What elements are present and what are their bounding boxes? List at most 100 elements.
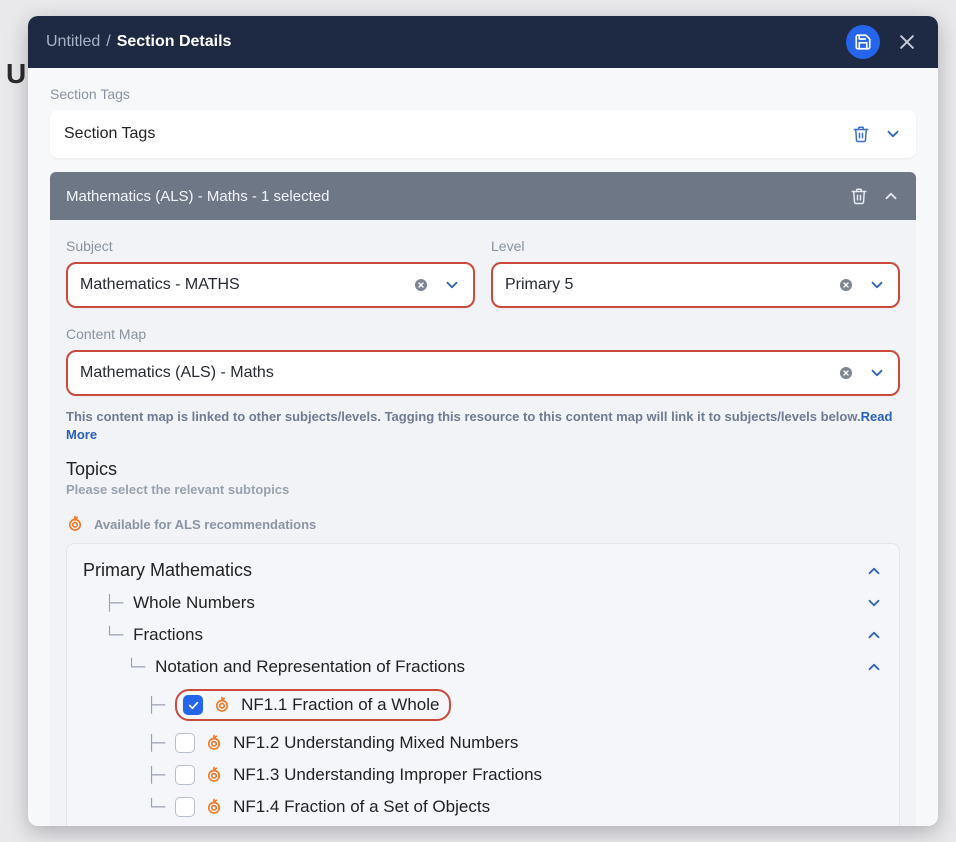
chevron-down-icon: [884, 125, 902, 143]
als-icon: [213, 696, 231, 714]
topic-checkbox[interactable]: [183, 695, 203, 715]
tree-label: NF1.2 Understanding Mixed Numbers: [233, 733, 518, 753]
section-tags-headline: Section Tags: [64, 125, 155, 143]
content-map-note: This content map is linked to other subj…: [66, 408, 900, 443]
expand-tag-button[interactable]: [884, 125, 902, 143]
chevron-down-icon: [868, 276, 886, 294]
breadcrumb-current: Section Details: [117, 33, 232, 51]
delete-tag-button[interactable]: [852, 125, 870, 143]
target-icon: [205, 798, 223, 816]
tree-node-fractions[interactable]: └─ Fractions: [83, 619, 883, 651]
topic-checkbox[interactable]: [175, 765, 195, 785]
content-map-label: Content Map: [66, 326, 900, 342]
tree-node-notation[interactable]: └─ Notation and Representation of Fractio…: [83, 651, 883, 683]
target-icon: [205, 734, 223, 752]
content-map-select[interactable]: Mathematics (ALS) - Maths: [66, 350, 900, 396]
tree-connector: └─: [105, 628, 123, 643]
breadcrumb-parent: Untitled: [46, 33, 100, 51]
level-value: Primary 5: [505, 276, 573, 294]
breadcrumb: Untitled / Section Details: [46, 33, 231, 51]
target-icon: [213, 696, 231, 714]
clear-icon: [413, 277, 429, 293]
target-icon: [66, 515, 84, 533]
tree-expand-button[interactable]: [865, 594, 883, 612]
breadcrumb-sep: /: [106, 33, 110, 51]
trash-icon: [850, 187, 868, 205]
subject-value: Mathematics - MATHS: [80, 276, 240, 294]
level-label: Level: [491, 238, 900, 254]
tree-label: Fractions: [133, 625, 203, 645]
als-icon: [205, 798, 223, 816]
level-clear-button[interactable]: [838, 277, 854, 293]
tree-connector: └─: [127, 660, 145, 675]
tree-label: NF1.3 Understanding Improper Fractions: [233, 765, 542, 785]
content-map-clear-button[interactable]: [838, 365, 854, 381]
subject-label: Subject: [66, 238, 475, 254]
tree-connector: └─: [147, 800, 165, 815]
chevron-up-icon: [882, 187, 900, 205]
close-icon: [897, 32, 917, 52]
selection-summary-bar[interactable]: Mathematics (ALS) - Maths - 1 selected: [50, 172, 916, 220]
tree-node-whole-numbers[interactable]: ├─ Whole Numbers: [83, 587, 883, 619]
topics-subtext: Please select the relevant subtopics: [66, 482, 900, 497]
tree-node-root[interactable]: Primary Mathematics: [83, 554, 883, 587]
chevron-down-icon: [865, 594, 883, 612]
selection-summary-text: Mathematics (ALS) - Maths - 1 selected: [66, 188, 329, 205]
tree-connector: ├─: [105, 596, 123, 611]
tree-connector: ├─: [147, 768, 165, 783]
tree-node-nf12[interactable]: ├─ NF1.2 Understanding Mixed Numbers: [83, 727, 883, 759]
trash-icon: [852, 125, 870, 143]
tree-collapse-button[interactable]: [865, 626, 883, 644]
chevron-down-icon: [868, 364, 886, 382]
selection-panel: Subject Mathematics - MATHS: [50, 220, 916, 826]
tree-label: NF1.1 Fraction of a Whole: [241, 695, 439, 715]
als-icon: [205, 766, 223, 784]
subject-select[interactable]: Mathematics - MATHS: [66, 262, 475, 308]
chevron-down-icon: [443, 276, 461, 294]
level-dropdown-toggle[interactable]: [868, 276, 886, 294]
chevron-up-icon: [865, 562, 883, 580]
content-map-dropdown-toggle[interactable]: [868, 364, 886, 382]
delete-selection-button[interactable]: [850, 187, 868, 205]
als-availability-note: Available for ALS recommendations: [66, 515, 900, 533]
clear-icon: [838, 277, 854, 293]
tree-node-nf14[interactable]: └─ NF1.4 Fraction of a Set of Objects: [83, 791, 883, 823]
save-button[interactable]: [846, 25, 880, 59]
als-note-text: Available for ALS recommendations: [94, 517, 316, 532]
level-select[interactable]: Primary 5: [491, 262, 900, 308]
section-details-modal: Untitled / Section Details Section Tags …: [28, 16, 938, 826]
section-tags-label: Section Tags: [50, 86, 916, 102]
chevron-up-icon: [865, 626, 883, 644]
close-button[interactable]: [894, 29, 920, 55]
topic-checkbox[interactable]: [175, 797, 195, 817]
background-letter: U: [6, 58, 26, 90]
tree-label: Notation and Representation of Fractions: [155, 657, 465, 677]
als-icon: [205, 734, 223, 752]
tree-node-nf13[interactable]: ├─ NF1.3 Understanding Improper Fraction…: [83, 759, 883, 791]
content-map-value: Mathematics (ALS) - Maths: [80, 364, 274, 382]
als-icon: [66, 515, 84, 533]
tree-collapse-button[interactable]: [865, 562, 883, 580]
save-icon: [854, 33, 872, 51]
tree-label: Whole Numbers: [133, 593, 255, 613]
tree-node-nf11[interactable]: ├─ NF1.1 Fraction of a Whole: [83, 683, 883, 727]
tree-label: NF1.4 Fraction of a Set of Objects: [233, 797, 490, 817]
topics-heading: Topics: [66, 459, 900, 480]
subject-clear-button[interactable]: [413, 277, 429, 293]
highlight-box: NF1.1 Fraction of a Whole: [175, 689, 451, 721]
chevron-up-icon: [865, 658, 883, 676]
section-tags-card[interactable]: Section Tags: [50, 110, 916, 158]
subject-dropdown-toggle[interactable]: [443, 276, 461, 294]
collapse-selection-button[interactable]: [882, 187, 900, 205]
modal-header: Untitled / Section Details: [28, 16, 938, 68]
topics-tree: Primary Mathematics ├─ Whole Numbers └─ Fr…: [66, 543, 900, 826]
tree-label: Primary Mathematics: [83, 560, 252, 581]
content-map-note-text: This content map is linked to other subj…: [66, 409, 861, 424]
tree-collapse-button[interactable]: [865, 658, 883, 676]
tree-connector: ├─: [147, 698, 165, 713]
clear-icon: [838, 365, 854, 381]
tree-connector: ├─: [147, 736, 165, 751]
target-icon: [205, 766, 223, 784]
topic-checkbox[interactable]: [175, 733, 195, 753]
check-icon: [187, 699, 200, 712]
